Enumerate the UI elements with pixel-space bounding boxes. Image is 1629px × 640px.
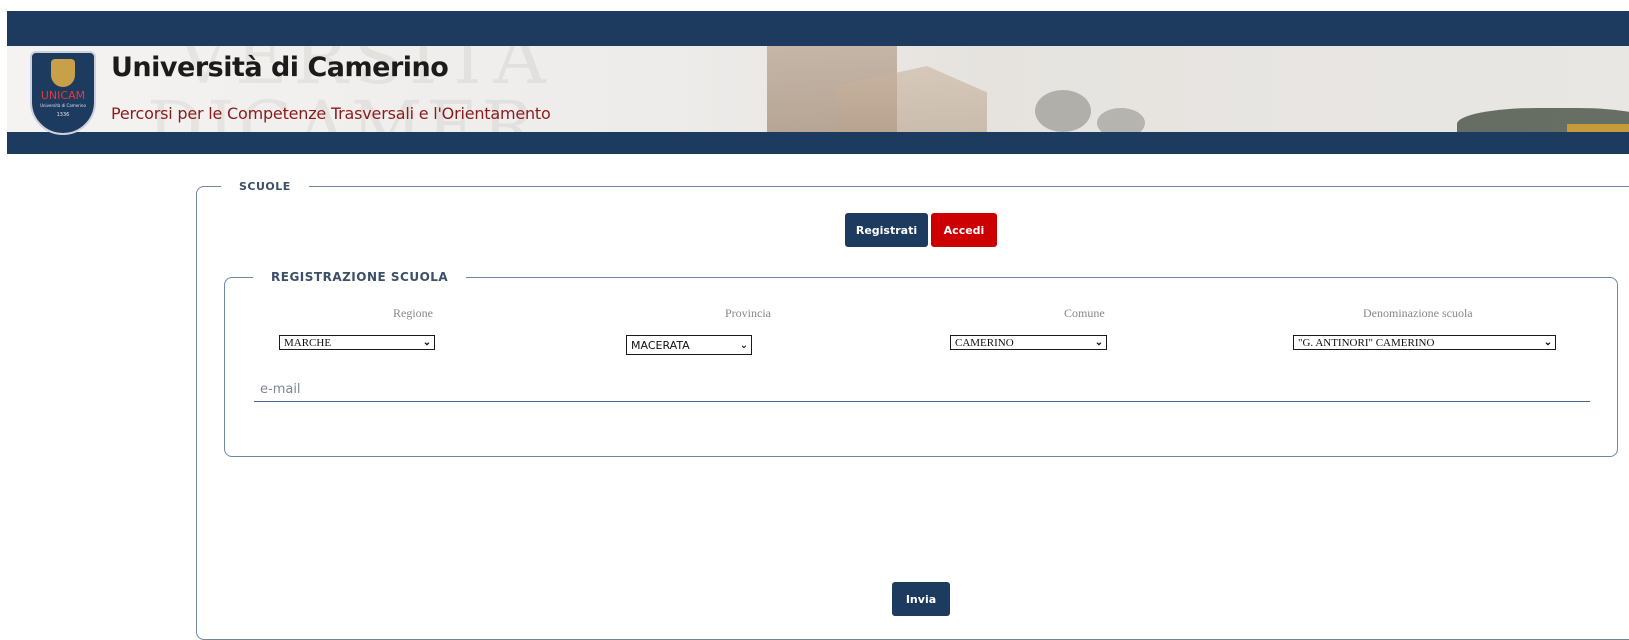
logo-text: UNICAM bbox=[40, 89, 86, 102]
provincia-value: MACERATA bbox=[631, 338, 690, 352]
registrazione-legend: REGISTRAZIONE SCUOLA bbox=[271, 270, 449, 284]
scuola-select[interactable]: "G. ANTINORI" CAMERINO ⌄ bbox=[1293, 335, 1556, 350]
logo-year: 1336 bbox=[56, 112, 70, 118]
scuole-legend: SCUOLE bbox=[239, 180, 291, 193]
site-subtitle: Percorsi per le Competenze Trasversali e… bbox=[111, 104, 551, 123]
comune-value: CAMERINO bbox=[955, 336, 1014, 349]
provincia-label: Provincia bbox=[725, 306, 771, 320]
regione-select[interactable]: MARCHE ⌄ bbox=[279, 335, 435, 350]
chevron-down-icon: ⌄ bbox=[1543, 337, 1553, 348]
email-input[interactable]: e-mail bbox=[254, 378, 1590, 402]
banner-decoration bbox=[1035, 90, 1091, 132]
denominazione-label: Denominazione scuola bbox=[1363, 306, 1473, 320]
crest-icon bbox=[51, 59, 75, 87]
header-top-bar bbox=[7, 11, 1629, 46]
provincia-select[interactable]: MACERATA ⌄ bbox=[626, 335, 752, 355]
site-title: Università di Camerino bbox=[111, 52, 449, 83]
chevron-down-icon: ⌄ bbox=[1094, 337, 1104, 348]
banner-decoration bbox=[1097, 108, 1145, 132]
accedi-button[interactable]: Accedi bbox=[931, 213, 997, 247]
scuola-value: "G. ANTINORI" CAMERINO bbox=[1298, 336, 1435, 349]
logo-subtext: Università di Camerino bbox=[40, 103, 86, 108]
comune-label: Comune bbox=[1064, 306, 1105, 320]
registrati-button[interactable]: Registrati bbox=[845, 213, 928, 247]
unicam-logo[interactable]: UNICAM Università di Camerino 1336 bbox=[30, 51, 96, 135]
registrazione-fieldset: REGISTRAZIONE SCUOLA bbox=[224, 270, 1618, 457]
chevron-down-icon: ⌄ bbox=[739, 339, 749, 351]
header-bottom-bar bbox=[7, 132, 1629, 154]
regione-label: Regione bbox=[393, 306, 433, 320]
comune-select[interactable]: CAMERINO ⌄ bbox=[950, 335, 1107, 350]
banner-decoration bbox=[1567, 124, 1629, 132]
invia-button[interactable]: Invia bbox=[892, 582, 950, 616]
regione-value: MARCHE bbox=[284, 336, 332, 349]
chevron-down-icon: ⌄ bbox=[422, 337, 432, 348]
